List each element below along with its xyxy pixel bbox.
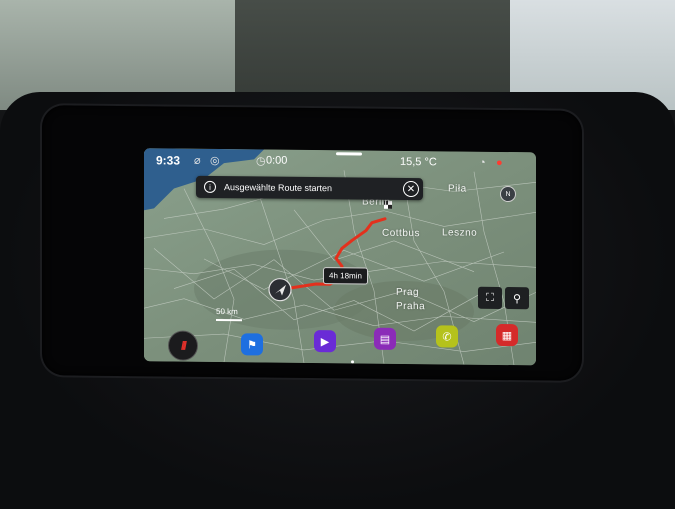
map-scale-bar <box>216 318 242 322</box>
banner-message: Ausgewählte Route starten <box>224 182 333 194</box>
status-bar: 9:33 ⌀ ◎ ◷ 0:00 15,5 °C ◔ ● <box>144 148 536 174</box>
wireless-icon: ◔ <box>479 156 486 169</box>
map-label-pila: Piła <box>448 183 467 195</box>
phone-icon: ✆ <box>442 330 452 343</box>
infotainment-screen[interactable]: Berlin Cottbus Leszno Piła Prag Praha 4h… <box>144 148 536 366</box>
map-scale-label: 50 km <box>216 306 238 317</box>
drag-handle[interactable] <box>336 152 362 156</box>
home-menu-button[interactable]: /// <box>168 330 198 361</box>
current-position-icon <box>268 278 292 302</box>
dock-phone-button[interactable]: ✆ <box>436 325 458 348</box>
route-duration-label: 4h 18min <box>323 267 368 285</box>
map-label-praha: Praha <box>396 300 426 313</box>
info-icon[interactable]: i <box>204 180 216 193</box>
dock-navigation-button[interactable]: ⚑ <box>241 333 263 356</box>
globe-icon: ◎ <box>210 154 220 168</box>
play-icon: ▶ <box>320 335 330 348</box>
car-interior-scene: Berlin Cottbus Leszno Piła Prag Praha 4h… <box>0 0 675 509</box>
infotainment-bezel: Berlin Cottbus Leszno Piła Prag Praha 4h… <box>42 105 582 381</box>
dock-media-button[interactable]: ▶ <box>314 330 336 353</box>
dock-radio-button[interactable]: ▤ <box>374 327 396 350</box>
map-label-prag: Prag <box>396 286 420 299</box>
outside-temperature: 15,5 °C <box>400 155 437 169</box>
page-indicator <box>351 350 359 364</box>
map-label-cottbus: Cottbus <box>382 227 420 240</box>
radio-icon: ▤ <box>379 333 391 346</box>
flag-icon: ⚑ <box>247 338 257 351</box>
compass-icon[interactable]: N <box>500 185 516 203</box>
notification-icon[interactable]: ● <box>496 157 503 169</box>
route-overview-icon: ⛶ <box>486 291 494 304</box>
clock-icon: ◷ <box>256 155 266 168</box>
route-overview-button[interactable]: ⛶ <box>478 286 502 309</box>
poi-search-button[interactable]: ⚲ <box>505 287 529 310</box>
clock-time: 9:33 <box>156 153 181 168</box>
map-label-leszno: Leszno <box>442 227 478 239</box>
close-icon[interactable]: ✕ <box>403 180 419 198</box>
car-icon: ▦ <box>501 329 513 342</box>
trip-timer: 0:00 <box>266 154 288 167</box>
home-menu-icon: /// <box>180 338 185 353</box>
mute-icon: ⌀ <box>194 154 201 167</box>
dock-vehicle-button[interactable]: ▦ <box>496 323 518 347</box>
route-start-banner[interactable]: i Ausgewählte Route starten ✕ <box>196 175 423 201</box>
poi-search-icon: ⚲ <box>512 292 522 305</box>
